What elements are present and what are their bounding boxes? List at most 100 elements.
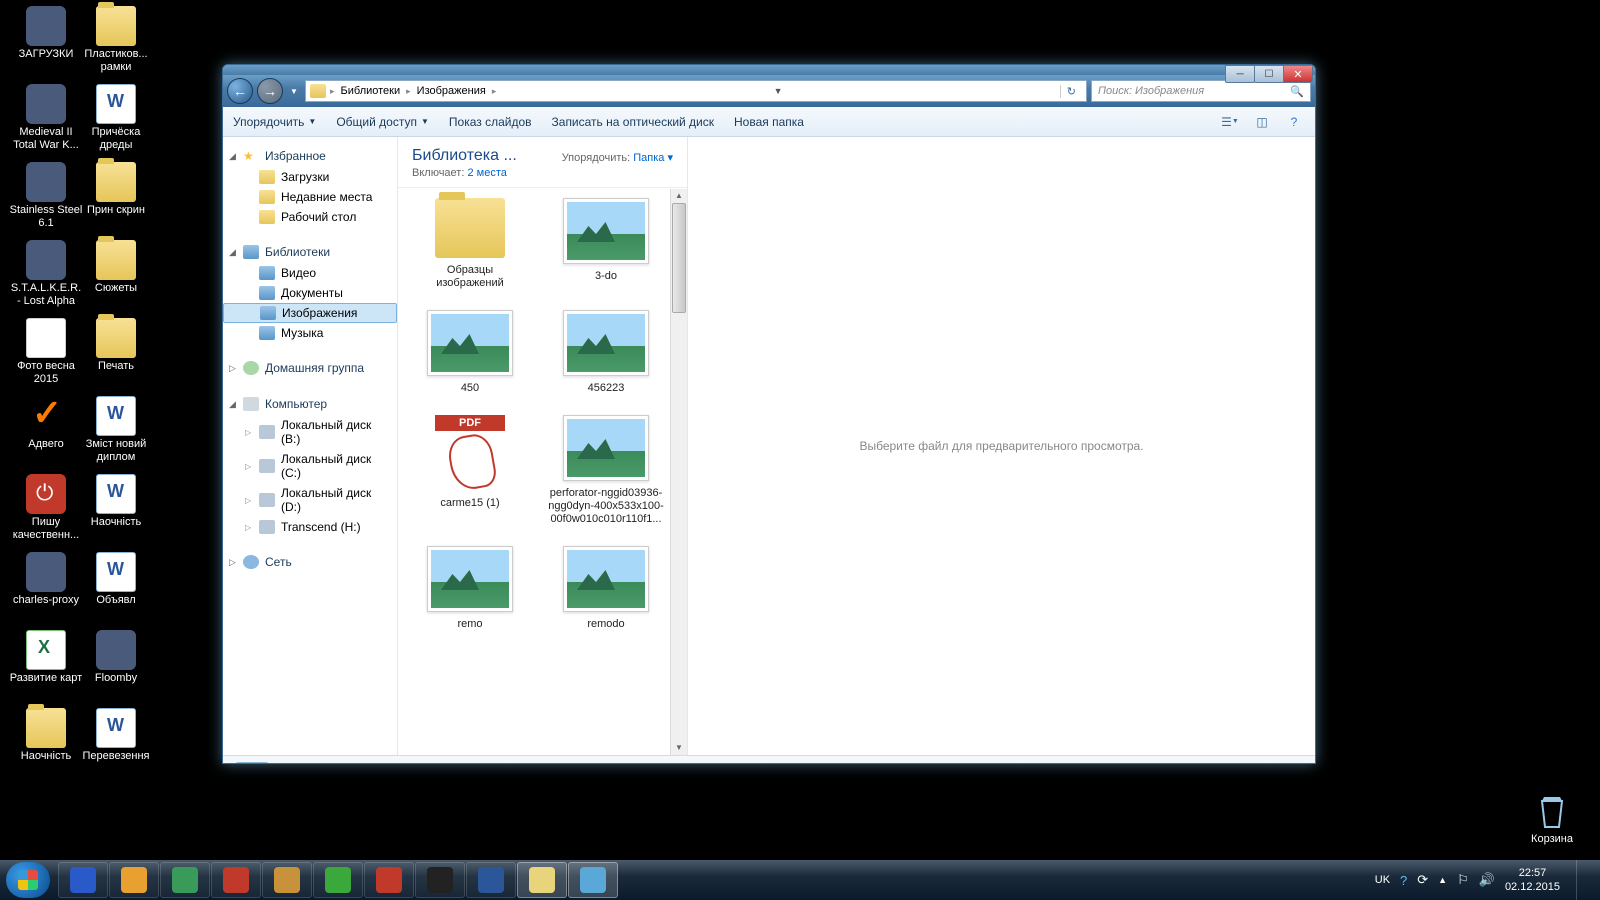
organize-button[interactable]: Упорядочить▼ bbox=[233, 115, 316, 129]
breadcrumb-seg-1[interactable]: Изображения bbox=[415, 85, 488, 97]
search-input[interactable]: Поиск: Изображения 🔍 bbox=[1091, 80, 1311, 102]
maximize-button[interactable] bbox=[1254, 65, 1284, 83]
file-item[interactable]: remodo bbox=[548, 546, 664, 631]
file-item[interactable]: 450 bbox=[412, 310, 528, 395]
show-desktop-button[interactable] bbox=[1576, 860, 1588, 900]
taskbar-app-ccleaner[interactable] bbox=[211, 862, 261, 898]
desktop-icon[interactable]: Перевезення bbox=[78, 708, 154, 763]
desktop-icon[interactable]: Печать bbox=[78, 318, 154, 373]
taskbar-app-aimp[interactable] bbox=[109, 862, 159, 898]
file-item[interactable]: remo bbox=[412, 546, 528, 631]
chevron-right-icon[interactable]: ▸ bbox=[492, 86, 497, 97]
desktop-icon[interactable]: charles-proxy bbox=[8, 552, 84, 607]
tray-chevron-icon[interactable]: ▲ bbox=[1438, 875, 1447, 885]
share-button[interactable]: Общий доступ▼ bbox=[336, 115, 429, 129]
file-item[interactable]: carme15 (1) bbox=[412, 415, 528, 526]
close-button[interactable] bbox=[1283, 65, 1313, 83]
file-item[interactable]: 3-do bbox=[548, 198, 664, 290]
homegroup-icon bbox=[243, 361, 259, 375]
minimize-button[interactable] bbox=[1225, 65, 1255, 83]
desktop-icon[interactable]: Развитие карт bbox=[8, 630, 84, 685]
start-button[interactable] bbox=[6, 862, 50, 898]
sidebar-item[interactable]: ▷Локальный диск (B:) bbox=[223, 415, 397, 449]
chevron-right-icon[interactable]: ▸ bbox=[406, 86, 411, 97]
taskbar-app-xp[interactable] bbox=[58, 862, 108, 898]
sidebar-item[interactable]: Изображения bbox=[223, 303, 397, 323]
taskbar-app-font[interactable] bbox=[415, 862, 465, 898]
taskbar-app-photos[interactable] bbox=[568, 862, 618, 898]
app-icon bbox=[172, 867, 198, 893]
taskbar-app-opera[interactable] bbox=[364, 862, 414, 898]
volume-icon[interactable]: 🔊 bbox=[1479, 872, 1495, 888]
desktop-icon[interactable]: Адвего bbox=[8, 396, 84, 451]
scroll-up-icon[interactable]: ▲ bbox=[671, 189, 687, 203]
sort-dropdown[interactable]: Папка ▾ bbox=[633, 152, 673, 164]
flag-icon[interactable]: ⚐ bbox=[1457, 872, 1469, 888]
preview-pane-button[interactable]: ◫ bbox=[1251, 112, 1273, 132]
file-item[interactable]: 456223 bbox=[548, 310, 664, 395]
file-list[interactable]: Образцы изображений3-do450456223carme15 … bbox=[398, 188, 687, 733]
tray-icon[interactable]: ⟳ bbox=[1417, 872, 1428, 888]
taskbar-app-app5[interactable] bbox=[262, 862, 312, 898]
sidebar-item[interactable]: ▷Локальный диск (C:) bbox=[223, 449, 397, 483]
sidebar-item[interactable]: Видео bbox=[223, 263, 397, 283]
desktop-icon[interactable]: Наочність bbox=[8, 708, 84, 763]
sidebar-computer-head[interactable]: ◢Компьютер bbox=[223, 393, 397, 415]
address-bar[interactable]: ▸ Библиотеки ▸ Изображения ▸ ▼ ↻ bbox=[305, 80, 1087, 102]
file-item[interactable]: Образцы изображений bbox=[412, 198, 528, 290]
help-tray-icon[interactable]: ? bbox=[1400, 873, 1407, 888]
scroll-down-icon[interactable]: ▼ bbox=[671, 741, 687, 755]
desktop-icon[interactable]: Сюжеты bbox=[78, 240, 154, 295]
refresh-button[interactable]: ↻ bbox=[1060, 85, 1082, 98]
sidebar-item[interactable]: Загрузки bbox=[223, 167, 397, 187]
help-button[interactable]: ? bbox=[1283, 112, 1305, 132]
taskbar-app-browser[interactable] bbox=[160, 862, 210, 898]
desktop-icon[interactable]: Объявл bbox=[78, 552, 154, 607]
slideshow-button[interactable]: Показ слайдов bbox=[449, 115, 532, 129]
sidebar-item[interactable]: Музыка bbox=[223, 323, 397, 343]
breadcrumb-seg-0[interactable]: Библиотеки bbox=[339, 85, 403, 97]
language-indicator[interactable]: UK bbox=[1375, 874, 1390, 886]
address-dropdown[interactable]: ▼ bbox=[774, 86, 783, 96]
sidebar-network[interactable]: ▷Сеть bbox=[223, 551, 397, 573]
desktop-icon[interactable]: Зміст новий диплом bbox=[78, 396, 154, 464]
desktop-icon[interactable]: Фото весна 2015 bbox=[8, 318, 84, 386]
sidebar-homegroup[interactable]: ▷Домашняя группа bbox=[223, 357, 397, 379]
desktop-icon[interactable]: Stainless Steel 6.1 bbox=[8, 162, 84, 230]
sidebar-libraries-head[interactable]: ◢Библиотеки bbox=[223, 241, 397, 263]
forward-button[interactable]: → bbox=[257, 78, 283, 104]
new-folder-button[interactable]: Новая папка bbox=[734, 115, 804, 129]
scrollbar[interactable]: ▲ ▼ bbox=[670, 189, 687, 755]
clock[interactable]: 22:57 02.12.2015 bbox=[1505, 866, 1560, 894]
back-button[interactable]: ← bbox=[227, 78, 253, 104]
scroll-thumb[interactable] bbox=[672, 203, 686, 313]
desktop-icon[interactable]: Причёска дреды bbox=[78, 84, 154, 152]
desktop-icon[interactable]: S.T.A.L.K.E.R. - Lost Alpha bbox=[8, 240, 84, 308]
desktop-icon-label: Stainless Steel 6.1 bbox=[8, 204, 84, 230]
taskbar-app-word[interactable] bbox=[466, 862, 516, 898]
desktop-icon[interactable]: Medieval II Total War K... bbox=[8, 84, 84, 152]
history-dropdown[interactable]: ▼ bbox=[287, 87, 301, 96]
chevron-right-icon[interactable]: ▸ bbox=[330, 86, 335, 97]
desktop-icon[interactable]: Прин скрин bbox=[78, 162, 154, 217]
titlebar[interactable] bbox=[223, 65, 1315, 75]
sidebar-item[interactable]: Рабочий стол bbox=[223, 207, 397, 227]
sidebar-item[interactable]: ▷Transcend (H:) bbox=[223, 517, 397, 537]
sidebar-item[interactable]: Документы bbox=[223, 283, 397, 303]
file-item[interactable]: perforator-nggid03936-ngg0dyn-400x533x10… bbox=[548, 415, 664, 526]
desktop-icon[interactable]: Пластиков... рамки bbox=[78, 6, 154, 74]
sidebar-item[interactable]: Недавние места bbox=[223, 187, 397, 207]
recycle-bin[interactable]: Корзина bbox=[1514, 791, 1590, 846]
sidebar-favorites-head[interactable]: ◢★Избранное bbox=[223, 145, 397, 167]
sidebar-item[interactable]: ▷Локальный диск (D:) bbox=[223, 483, 397, 517]
includes-link[interactable]: 2 места bbox=[467, 167, 506, 179]
burn-button[interactable]: Записать на оптический диск bbox=[552, 115, 715, 129]
view-mode-button[interactable]: ☰ ▼ bbox=[1219, 112, 1241, 132]
desktop-icon[interactable]: ЗАГРУЗКИ bbox=[8, 6, 84, 61]
app-icon bbox=[376, 867, 402, 893]
desktop-icon[interactable]: Наочність bbox=[78, 474, 154, 529]
desktop-icon[interactable]: Пишу качественн... bbox=[8, 474, 84, 542]
taskbar-app-utorrent[interactable] bbox=[313, 862, 363, 898]
desktop-icon[interactable]: Floomby bbox=[78, 630, 154, 685]
taskbar-app-explorer[interactable] bbox=[517, 862, 567, 898]
